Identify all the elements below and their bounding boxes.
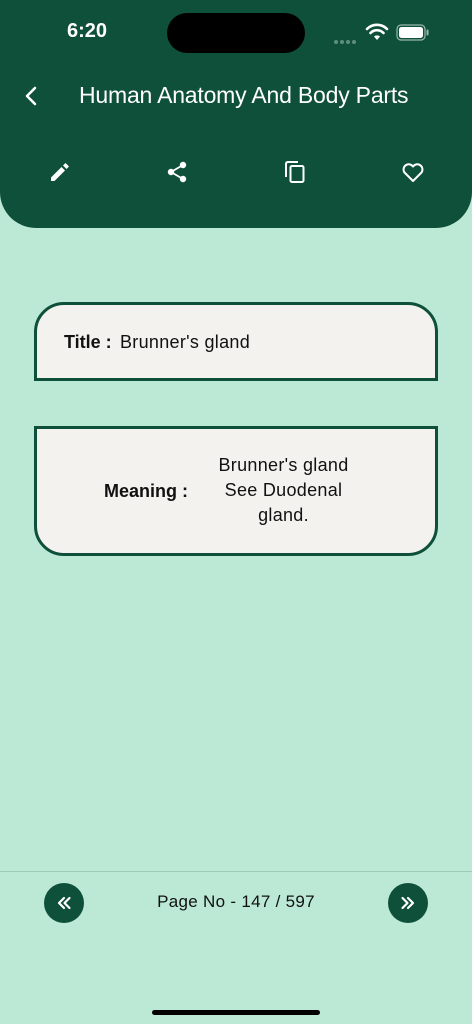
page-title: Human Anatomy And Body Parts	[79, 82, 409, 108]
title-card: Title : Brunner's gland	[34, 302, 438, 381]
share-icon[interactable]	[163, 158, 191, 186]
footer-divider	[0, 871, 472, 872]
favorite-icon[interactable]	[399, 158, 427, 186]
double-chevron-right-icon	[401, 896, 415, 910]
edit-icon[interactable]	[46, 158, 74, 186]
back-button[interactable]	[18, 82, 46, 110]
dynamic-island	[167, 13, 305, 53]
status-time: 6:20	[67, 20, 108, 42]
home-indicator[interactable]	[152, 1010, 320, 1015]
next-page-button[interactable]	[388, 883, 428, 923]
wifi-icon	[365, 23, 389, 40]
app-header: 6:20 Human Anatomy And Body Parts	[0, 0, 472, 228]
meaning-label: Meaning :	[104, 481, 188, 501]
battery-icon	[396, 24, 429, 41]
title-label: Title :	[64, 332, 112, 352]
meaning-value: Brunner's gland See Duodenal gland.	[218, 455, 349, 525]
cellular-signal-icon	[334, 31, 358, 49]
title-value: Brunner's gland	[120, 332, 251, 352]
meaning-card: Meaning : Brunner's gland See Duodenal g…	[34, 426, 438, 556]
copy-icon[interactable]	[281, 158, 309, 186]
